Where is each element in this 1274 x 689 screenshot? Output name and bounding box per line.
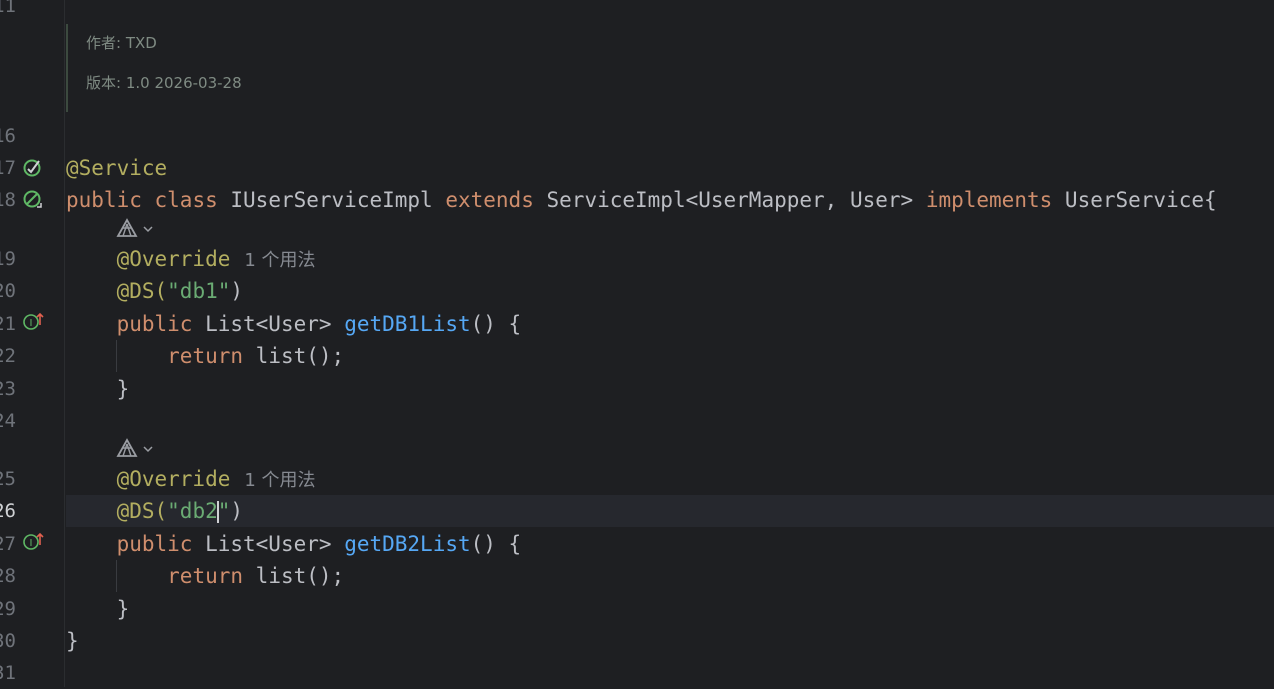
line-number: 23: [0, 378, 16, 400]
line-number: 27: [0, 533, 16, 555]
line-number: 31: [0, 662, 16, 684]
usages-hint[interactable]: 1 个用法: [244, 470, 315, 491]
rendered-doc-comment[interactable]: 作者: TXD 版本: 1.0 2026-03-28: [66, 24, 468, 112]
code-line-current[interactable]: @DS("db2"): [66, 495, 1274, 527]
svg-text:I: I: [30, 538, 33, 549]
line-number: 19: [0, 248, 16, 270]
code-line[interactable]: @DS("db1"): [66, 275, 1274, 307]
code-line[interactable]: public List<User> getDB2List() {: [66, 528, 1274, 560]
ai-assistant-icon: [116, 218, 138, 237]
implements-method-icon[interactable]: I: [22, 531, 44, 553]
line-number: 30: [0, 630, 16, 652]
line-number: 11: [0, 0, 16, 17]
line-number: 17: [0, 157, 16, 179]
line-number-current: 26: [0, 500, 16, 522]
code-line[interactable]: public List<User> getDB1List() {: [66, 308, 1274, 340]
ai-assistant-inlay[interactable]: [116, 438, 164, 460]
line-number: 22: [0, 345, 16, 367]
code-line[interactable]: @Override 1 个用法: [66, 243, 1274, 275]
code-line[interactable]: @Override 1 个用法: [66, 463, 1274, 495]
chevron-down-icon: [143, 226, 153, 233]
line-number: 28: [0, 565, 16, 587]
usages-hint[interactable]: 1 个用法: [244, 250, 315, 271]
line-number: 21: [0, 313, 16, 335]
svg-text:I: I: [30, 318, 33, 329]
line-number: 25: [0, 468, 16, 490]
code-line[interactable]: return list();: [66, 340, 1274, 372]
code-line[interactable]: @Service: [66, 152, 1274, 184]
code-line[interactable]: return list();: [66, 560, 1274, 592]
ai-assistant-inlay[interactable]: [116, 218, 164, 240]
code-line[interactable]: }: [66, 373, 1274, 405]
code-line[interactable]: }: [66, 625, 1274, 657]
line-number: 16: [0, 125, 16, 147]
spring-bean-icon[interactable]: [22, 157, 44, 179]
line-number: 29: [0, 598, 16, 620]
code-line[interactable]: }: [66, 593, 1274, 625]
line-number: 20: [0, 280, 16, 302]
line-number: 24: [0, 410, 16, 432]
line-number: 18: [0, 189, 16, 211]
code-line[interactable]: public class IUserServiceImpl extends Se…: [66, 184, 1274, 216]
doc-version: 版本: 1.0 2026-03-28: [86, 74, 242, 92]
spring-bean-no-usage-icon[interactable]: [22, 189, 44, 211]
editor-gutter: 11 16 17 18 19 20 21 22 23 24 25 26 27 2…: [0, 0, 65, 687]
ai-assistant-icon: [116, 438, 138, 457]
implements-method-icon[interactable]: I: [22, 311, 44, 333]
doc-author: 作者: TXD: [86, 34, 157, 52]
chevron-down-icon: [143, 446, 153, 453]
